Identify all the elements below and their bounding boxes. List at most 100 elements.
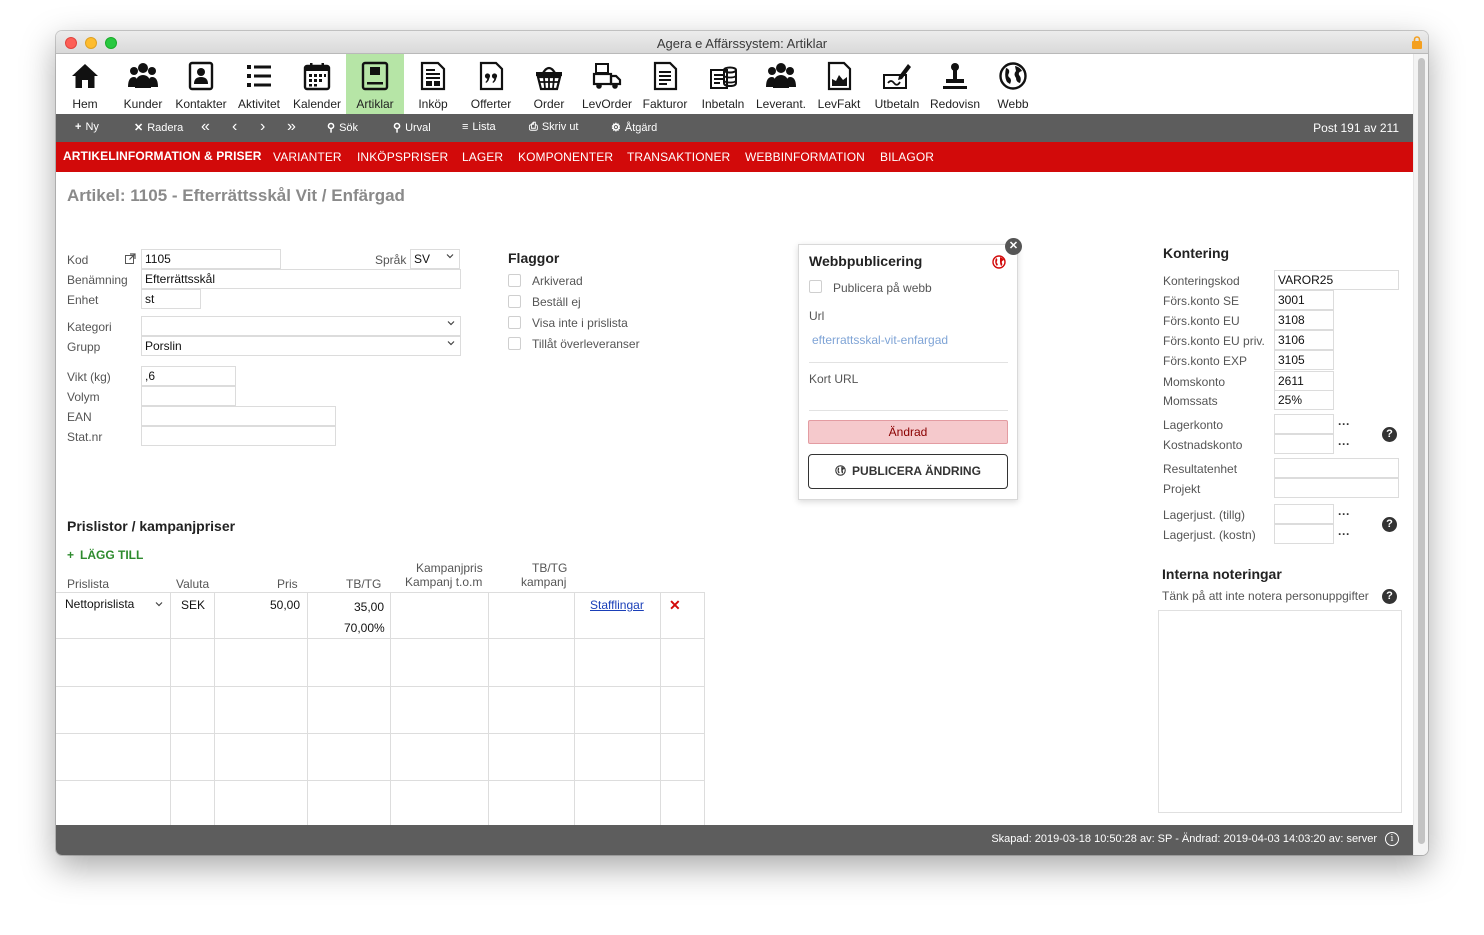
vikt-input[interactable]: ,6 — [141, 366, 236, 386]
kategori-select[interactable] — [141, 316, 461, 336]
grupp-select[interactable]: Porslin — [141, 336, 461, 356]
add-pricelist-button[interactable]: + LÄGG TILL — [67, 548, 143, 562]
new-button[interactable]: + Ny — [75, 121, 99, 133]
fors-konto-eu-priv-input[interactable]: 3106 — [1274, 330, 1334, 350]
search-button[interactable]: ⚲ Sök — [327, 121, 358, 134]
stafflingar-link[interactable]: Stafflingar — [590, 598, 644, 612]
print-button[interactable]: ⎙ Skriv ut — [529, 121, 579, 134]
tab-transaktioner[interactable]: TRANSAKTIONER — [627, 150, 730, 164]
first-record-icon[interactable]: « — [201, 118, 210, 136]
payment-in-icon — [710, 66, 737, 89]
price-cell[interactable]: 50,00 — [270, 598, 300, 612]
action-menu-button[interactable]: ⚙ Åtgärd — [611, 121, 657, 134]
benamning-input[interactable]: Efterrättsskål — [141, 269, 461, 289]
toolbar-kontakter[interactable]: Kontakter — [172, 54, 230, 114]
stamp-icon — [943, 63, 967, 89]
publish-change-button[interactable]: PUBLICERA ÄNDRING — [808, 454, 1008, 489]
fors-konto-se-input[interactable]: 3001 — [1274, 290, 1334, 310]
notes-textarea[interactable] — [1158, 610, 1402, 813]
info-icon[interactable]: i — [1385, 832, 1399, 846]
open-external-icon[interactable] — [125, 253, 136, 264]
language-select[interactable]: SV — [410, 249, 460, 269]
toolbar-aktivitet[interactable]: Aktivitet — [230, 54, 288, 114]
tab-komponenter[interactable]: KOMPONENTER — [518, 150, 613, 164]
tab-artikelinformation[interactable]: ARTIKELINFORMATION & PRISER — [63, 149, 261, 163]
lagerkonto-input[interactable] — [1274, 414, 1334, 434]
fors-konto-exp-input[interactable]: 3105 — [1274, 350, 1334, 370]
toolbar-offerter[interactable]: Offerter — [462, 54, 520, 114]
close-panel-button[interactable]: ✕ — [1005, 238, 1022, 255]
enhet-input[interactable]: st — [141, 289, 201, 309]
pricelist-select[interactable]: Nettoprislista — [62, 595, 168, 615]
toolbar-hem[interactable]: Hem — [56, 54, 114, 114]
kod-input[interactable]: 1105 — [141, 249, 281, 269]
currency-cell[interactable]: SEK — [181, 598, 205, 612]
toolbar-kunder[interactable]: Kunder — [114, 54, 172, 114]
vertical-scrollbar[interactable] — [1413, 54, 1428, 855]
arkiverad-checkbox[interactable] — [508, 274, 521, 287]
benamning-label: Benämning — [67, 273, 128, 287]
delete-button[interactable]: ✕ Radera — [134, 121, 183, 134]
toolbar-webb[interactable]: Webb — [984, 54, 1042, 114]
projekt-input[interactable] — [1274, 478, 1399, 498]
tab-lager[interactable]: LAGER — [462, 150, 503, 164]
momskonto-input[interactable]: 2611 — [1274, 371, 1334, 391]
toolbar-inkop[interactable]: Inköp — [404, 54, 462, 114]
publish-web-checkbox[interactable] — [809, 280, 822, 293]
toolbar-artiklar[interactable]: Artiklar — [346, 54, 404, 114]
column-divider — [488, 592, 489, 825]
bestall-ej-checkbox[interactable] — [508, 295, 521, 308]
visa-inte-checkbox[interactable] — [508, 316, 521, 329]
momssats-input[interactable]: 25% — [1274, 390, 1334, 410]
fors-konto-eu-input[interactable]: 3108 — [1274, 310, 1334, 330]
column-divider — [660, 592, 661, 825]
last-record-icon[interactable]: » — [287, 118, 296, 136]
url-value[interactable]: efterrattsskal-vit-enfargad — [812, 333, 948, 347]
help-icon[interactable]: ? — [1382, 589, 1397, 604]
scrollbar-thumb[interactable] — [1418, 58, 1425, 844]
truck-icon — [592, 63, 622, 89]
record-position: Post 191 av 211 — [1313, 121, 1399, 135]
toolbar-leverant[interactable]: Leverant. — [752, 54, 810, 114]
chevron-down-icon — [447, 341, 455, 346]
toolbar-kalender[interactable]: Kalender — [288, 54, 346, 114]
help-icon[interactable]: ? — [1382, 427, 1397, 442]
toolbar-levorder[interactable]: LevOrder — [578, 54, 636, 114]
pricelist-value: Nettoprislista — [65, 597, 135, 611]
help-icon[interactable]: ? — [1382, 517, 1397, 532]
lagerjust-tillg-input[interactable] — [1274, 504, 1334, 524]
statnr-input[interactable] — [141, 426, 336, 446]
delete-row-icon[interactable]: ✕ — [669, 597, 681, 614]
list-button[interactable]: ≡ Lista — [462, 121, 496, 133]
toolbar-utbetaln[interactable]: Utbetaln — [868, 54, 926, 114]
resultatenhet-input[interactable] — [1274, 458, 1399, 478]
changed-status-button[interactable]: Ändrad — [808, 420, 1008, 444]
previous-record-icon[interactable]: ‹ — [232, 118, 237, 136]
toolbar-order[interactable]: Order — [520, 54, 578, 114]
volym-input[interactable] — [141, 386, 236, 406]
lagerjust-kostn-lookup-button[interactable]: ··· — [1338, 527, 1350, 541]
konteringskod-input[interactable]: VAROR25 — [1274, 270, 1399, 290]
filter-button[interactable]: ⚲ Urval — [393, 121, 431, 134]
ean-input[interactable] — [141, 406, 336, 426]
kostnadskonto-input[interactable] — [1274, 434, 1334, 454]
tab-webbinformation[interactable]: WEBBINFORMATION — [745, 150, 865, 164]
basket-icon — [536, 66, 562, 91]
lagerjust-kostn-input[interactable] — [1274, 524, 1334, 544]
column-divider — [704, 592, 705, 825]
row-divider — [56, 733, 705, 734]
overleveranser-checkbox[interactable] — [508, 337, 521, 350]
kostnadskonto-lookup-button[interactable]: ··· — [1338, 437, 1350, 451]
search-icon: ⚲ — [327, 122, 336, 134]
tab-bilagor[interactable]: BILAGOR — [880, 150, 934, 164]
toolbar-redovisn[interactable]: Redovisn — [926, 54, 984, 114]
lagerjust-tillg-lookup-button[interactable]: ··· — [1338, 507, 1350, 521]
lagerkonto-lookup-button[interactable]: ··· — [1338, 417, 1350, 431]
tab-varianter[interactable]: VARIANTER — [273, 150, 342, 164]
tab-inkopspriser[interactable]: INKÖPSPRISER — [357, 150, 448, 164]
next-record-icon[interactable]: › — [260, 118, 265, 136]
toolbar-inbetaln[interactable]: Inbetaln — [694, 54, 752, 114]
add-label: LÄGG TILL — [80, 548, 144, 562]
toolbar-fakturor[interactable]: Fakturor — [636, 54, 694, 114]
toolbar-levfakt[interactable]: LevFakt — [810, 54, 868, 114]
